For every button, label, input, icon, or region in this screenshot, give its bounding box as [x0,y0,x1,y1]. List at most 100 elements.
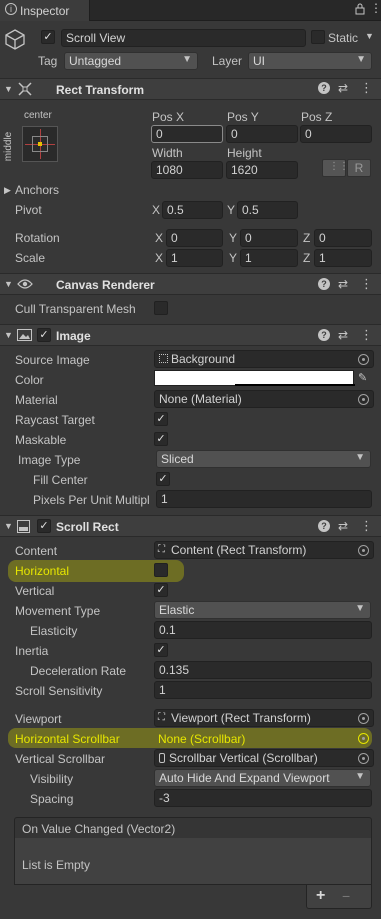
active-checkbox[interactable]: ✓ [41,30,55,44]
object-picker-icon[interactable] [358,394,369,405]
scale-z-label: Z [303,251,311,265]
image-type-dropdown[interactable]: Sliced ▼ [156,450,371,468]
foldout-arrow-icon[interactable]: ▼ [4,330,13,340]
image-type-label: Image Type [18,453,81,467]
raw-edit-button[interactable]: R [347,159,371,177]
pivot-y-input[interactable]: 0.5 [237,201,298,219]
gameobject-name-input[interactable]: Scroll View [61,29,306,47]
remove-event-button[interactable]: − [342,888,350,904]
tag-dropdown[interactable]: Untagged ▼ [64,52,198,70]
image-type-value: Sliced [161,452,194,466]
context-menu-icon[interactable]: ⋮ [360,276,373,292]
vertical-checkbox[interactable]: ✓ [154,583,168,597]
scale-z-input[interactable]: 1 [314,249,372,267]
sensitivity-input[interactable]: 1 [154,681,372,699]
horizontal-checkbox[interactable] [154,563,168,577]
visibility-dropdown[interactable]: Auto Hide And Expand Viewport ▼ [154,769,371,787]
decel-input[interactable]: 0.135 [154,661,372,679]
context-menu-icon[interactable]: ⋮ [360,518,373,534]
maskable-checkbox[interactable]: ✓ [154,432,168,446]
object-picker-icon[interactable] [358,753,369,764]
object-picker-icon[interactable] [358,354,369,365]
anchor-presets-button[interactable] [22,126,58,162]
object-picker-icon[interactable] [358,733,369,744]
static-dropdown-icon[interactable]: ▼ [365,31,374,41]
presets-icon[interactable]: ⇄ [338,277,348,291]
context-menu-icon[interactable]: ⋮ [360,327,373,343]
scale-y-input[interactable]: 1 [240,249,298,267]
scroll-rect-enabled-checkbox[interactable]: ✓ [37,519,51,533]
menu-dots-icon[interactable]: ⋮ [370,1,381,15]
cull-checkbox[interactable] [154,301,168,315]
object-picker-icon[interactable] [358,713,369,724]
source-image-field[interactable]: Background [154,350,374,368]
scroll-rect-icon [17,520,30,536]
height-input[interactable]: 1620 [226,161,298,179]
viewport-label: Viewport [15,712,62,726]
viewport-field[interactable]: ⛶ Viewport (Rect Transform) [154,709,374,727]
anchor-v-label: middle [3,131,15,162]
sprite-icon [159,354,168,363]
anchors-label[interactable]: Anchors [15,183,59,197]
image-title: Image [56,329,91,343]
eye-icon [17,278,33,293]
inertia-label: Inertia [15,644,49,658]
image-enabled-checkbox[interactable]: ✓ [37,328,51,342]
presets-icon[interactable]: ⇄ [338,328,348,342]
layer-label: Layer [212,54,243,68]
inertia-checkbox[interactable]: ✓ [154,643,168,657]
content-value: Content (Rect Transform) [171,543,307,557]
scale-label: Scale [15,251,46,265]
vscroll-field[interactable]: Scrollbar Vertical (Scrollbar) [154,749,374,767]
width-input[interactable]: 1080 [151,161,223,179]
object-picker-icon[interactable] [358,545,369,556]
raycast-checkbox[interactable]: ✓ [154,412,168,426]
help-icon[interactable]: ? [318,520,330,532]
help-icon[interactable]: ? [318,329,330,341]
fill-center-checkbox[interactable]: ✓ [156,472,170,486]
foldout-arrow-icon[interactable]: ▼ [4,521,13,531]
spacing-input[interactable]: -3 [154,789,372,807]
source-image-value: Background [171,352,236,366]
event-list: List is Empty [14,838,372,885]
visibility-value: Auto Hide And Expand Viewport [159,771,330,785]
rot-x-input[interactable]: 0 [166,229,223,247]
ppu-input[interactable]: 1 [156,490,372,508]
help-icon[interactable]: ? [318,278,330,290]
color-swatch[interactable] [154,370,355,386]
elasticity-input[interactable]: 0.1 [154,621,372,639]
chevron-down-icon: ▼ [182,54,192,65]
rot-y-input[interactable]: 0 [240,229,298,247]
posy-input[interactable]: 0 [226,125,298,143]
help-icon[interactable]: ? [318,82,330,94]
image-icon [17,329,32,344]
material-field[interactable]: None (Material) [154,390,374,408]
anchors-foldout-icon[interactable]: ▶ [4,185,11,196]
content-field[interactable]: ⛶ Content (Rect Transform) [154,541,374,559]
sensitivity-label: Scroll Sensitivity [15,684,103,698]
hscroll-value[interactable]: None (Scrollbar) [158,732,245,746]
foldout-arrow-icon[interactable]: ▼ [4,84,13,94]
posx-label: Pos X [152,110,185,124]
posz-input[interactable]: 0 [300,125,372,143]
presets-icon[interactable]: ⇄ [338,81,348,95]
eyedropper-icon[interactable]: ✎ [358,371,367,384]
static-checkbox[interactable] [311,30,325,44]
context-menu-icon[interactable]: ⋮ [360,80,373,96]
pivot-label: Pivot [15,203,42,217]
scale-x-input[interactable]: 1 [166,249,223,267]
layer-dropdown[interactable]: UI ▼ [248,52,372,70]
presets-icon[interactable]: ⇄ [338,519,348,533]
anchor-dot [38,142,42,146]
tab-inspector[interactable]: i Inspector [0,0,90,21]
movement-dropdown[interactable]: Elastic ▼ [154,601,371,619]
blueprint-button[interactable]: ⋮⋮ [322,159,349,177]
pivot-x-input[interactable]: 0.5 [162,201,223,219]
add-event-button[interactable]: + [316,887,325,905]
posx-input[interactable]: 0 [151,125,223,143]
hscroll-label: Horizontal Scrollbar [15,732,120,746]
event-empty-label: List is Empty [22,858,91,872]
lock-icon[interactable] [355,3,365,15]
rot-z-input[interactable]: 0 [314,229,372,247]
foldout-arrow-icon[interactable]: ▼ [4,279,13,289]
